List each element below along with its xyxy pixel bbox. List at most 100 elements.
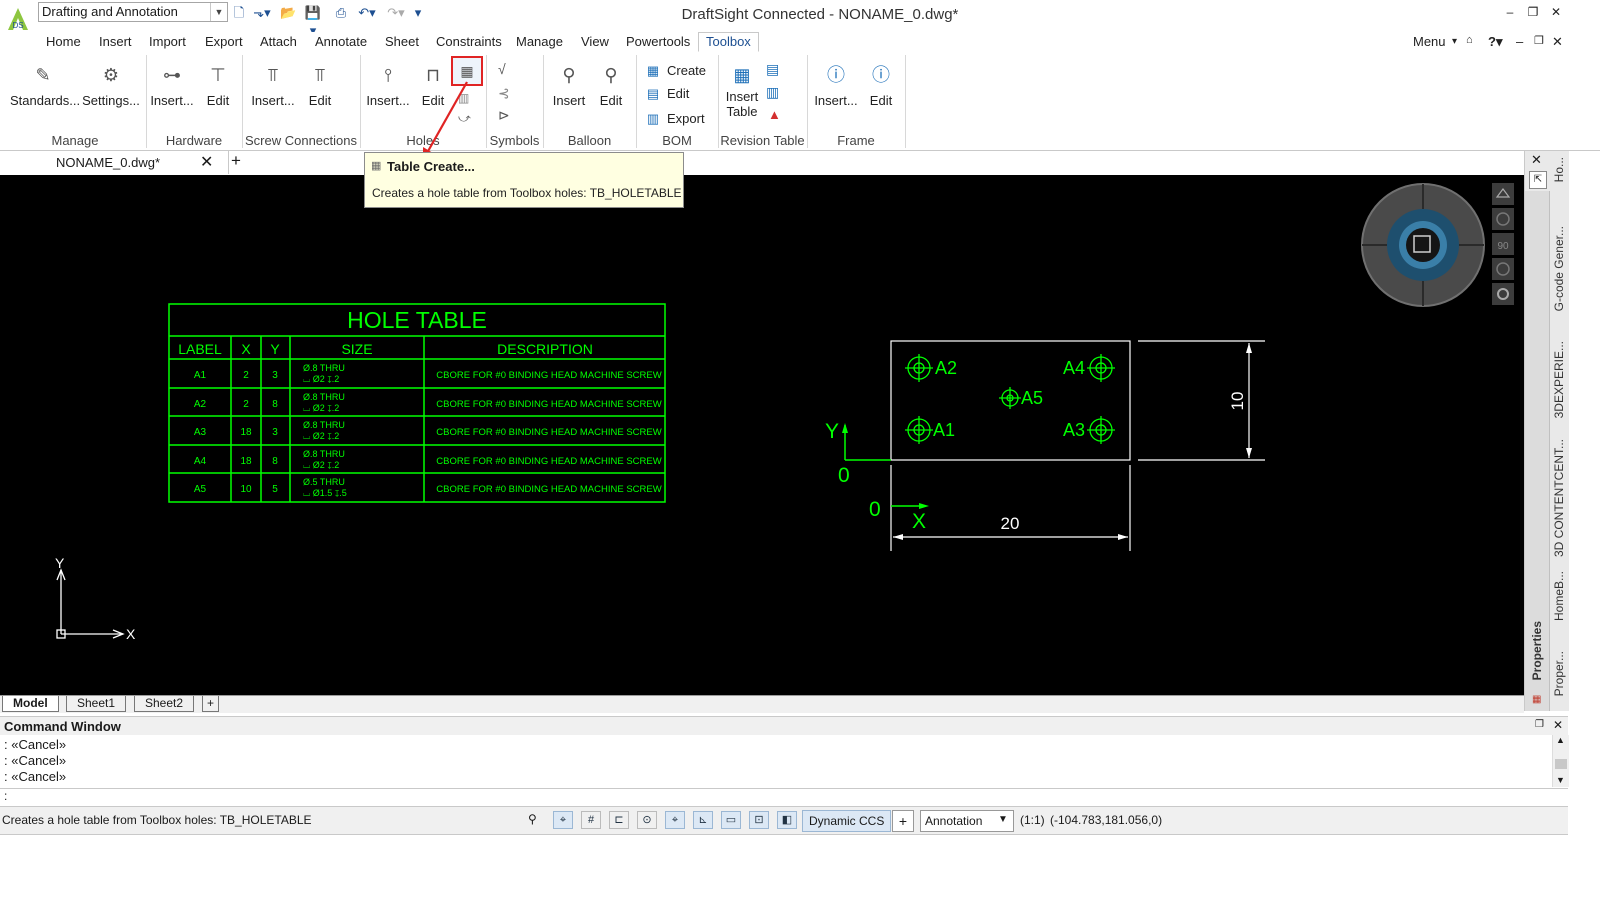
menu-dropdown-icon[interactable]: ▾ xyxy=(1452,36,1457,47)
side-tab-ho[interactable]: Ho... xyxy=(1552,157,1566,182)
tab-manage[interactable]: Manage xyxy=(516,34,563,49)
toolbox-status-icon[interactable]: ⚲ xyxy=(528,812,537,826)
menu-button[interactable]: Menu xyxy=(1413,34,1446,49)
quick-input-icon[interactable]: ⊡ xyxy=(749,811,769,829)
side-tab-gcode[interactable]: G-code Gener... xyxy=(1552,226,1566,311)
standards-button[interactable]: ✎ Standards... xyxy=(10,63,80,108)
bom-create-button[interactable]: ▦ Create xyxy=(644,63,706,79)
tab-annotate[interactable]: Annotate xyxy=(315,34,367,49)
tab-constraints[interactable]: Constraints xyxy=(436,34,502,49)
esnap-icon[interactable]: ⌖ xyxy=(665,811,685,829)
tab-import[interactable]: Import xyxy=(149,34,186,49)
table-icon: ▦ xyxy=(646,63,660,78)
drawing-canvas[interactable]: HOLE TABLE LABEL X Y SIZE DESCRIPTION A1… xyxy=(0,175,1524,695)
hardware-insert-button[interactable]: ⊶ Insert... xyxy=(150,63,194,108)
ribbon-tabs: Home Insert Import Export Attach Annotat… xyxy=(0,32,1600,54)
tab-attach[interactable]: Attach xyxy=(260,34,297,49)
right-side-panel: ✕ ⇱ Properties ▦ Ho... G-code Gener... 3… xyxy=(1524,151,1569,711)
side-tab-homebyme[interactable]: HomeB... xyxy=(1552,571,1566,621)
weld-symbol-icon[interactable]: ⊰ xyxy=(498,85,510,102)
tooltip-description: Creates a hole table from Toolbox holes:… xyxy=(372,186,682,200)
etrack-icon[interactable]: ⊾ xyxy=(693,811,713,829)
properties-panel-tab[interactable]: Properties xyxy=(1530,621,1544,680)
new-document-tab-icon[interactable]: + xyxy=(231,151,241,171)
sheet-tab-sheet2[interactable]: Sheet2 xyxy=(134,696,195,712)
close-document-icon[interactable]: ✕ xyxy=(200,152,213,172)
add-sheet-icon[interactable]: + xyxy=(202,696,220,712)
help-icon[interactable]: ?▾ xyxy=(1488,34,1502,50)
undo-icon[interactable]: ↶▾ xyxy=(356,4,378,22)
chevron-down-icon[interactable]: ▼ xyxy=(998,814,1008,825)
ribbon-minimize-icon[interactable]: – xyxy=(1516,34,1523,49)
restore-icon[interactable]: ❐ xyxy=(1523,5,1543,19)
hardware-edit-button[interactable]: ⊤ Edit xyxy=(198,63,238,108)
sheet-tab-model[interactable]: Model xyxy=(2,696,59,712)
lineweight-icon[interactable]: ▭ xyxy=(721,811,741,829)
surface-finish-icon[interactable]: √ xyxy=(498,61,506,77)
ribbon-close-icon[interactable]: ✕ xyxy=(1552,34,1563,50)
screw-edit-button[interactable]: ⫪ Edit xyxy=(300,63,340,108)
table-cell-size-line1: Ø.8 THRU xyxy=(303,449,345,459)
scroll-thumb[interactable] xyxy=(1555,759,1567,769)
selection-cycle-icon[interactable]: ◧ xyxy=(777,811,797,829)
settings-button[interactable]: ⚙ Settings... xyxy=(80,63,142,108)
command-input[interactable]: : xyxy=(0,788,1568,805)
revision-add-icon[interactable]: ▥ xyxy=(766,84,779,101)
side-tab-3dcontentcentral[interactable]: 3D CONTENTCENT... xyxy=(1552,439,1566,557)
grid-icon[interactable]: # xyxy=(581,811,601,829)
save-icon[interactable]: 💾▾ xyxy=(302,4,324,38)
chevron-down-icon[interactable]: ▼ xyxy=(210,3,227,21)
properties-grid-icon[interactable]: ▦ xyxy=(1532,694,1541,705)
annotation-scale-select[interactable]: Annotation ▼ xyxy=(920,810,1014,832)
datum-symbol-icon[interactable]: ⊳ xyxy=(498,107,510,124)
open-file-icon[interactable]: ⬎▾ xyxy=(252,4,272,22)
tab-sheet[interactable]: Sheet xyxy=(385,34,419,49)
workspace-select[interactable]: Drafting and Annotation ▼ xyxy=(38,2,228,22)
panel-pin-icon[interactable]: ⇱ xyxy=(1529,171,1547,189)
document-tab-label: NONAME_0.dwg* xyxy=(56,155,161,170)
tab-insert[interactable]: Insert xyxy=(99,34,132,49)
redo-icon[interactable]: ↷▾ xyxy=(386,4,406,22)
tab-toolbox[interactable]: Toolbox xyxy=(698,32,759,52)
balloon-edit-button[interactable]: ⚲ Edit xyxy=(591,63,631,108)
hole-label-a4: A4 xyxy=(1063,358,1085,378)
draftsight-logo-icon[interactable]: DS xyxy=(6,6,30,32)
frame-insert-button[interactable]: ⓘ Insert... xyxy=(811,63,861,108)
polar-icon[interactable]: ⊙ xyxy=(637,811,657,829)
side-tab-properties[interactable]: Proper... xyxy=(1552,651,1566,696)
revision-table-edit-icon[interactable]: ▤ xyxy=(766,61,779,78)
hole-insert-button[interactable]: ⫯ Insert... xyxy=(364,63,412,108)
sheet-tab-sheet1[interactable]: Sheet1 xyxy=(66,696,127,712)
minimize-icon[interactable]: – xyxy=(1500,5,1520,19)
dynamic-ccs-button[interactable]: Dynamic CCS xyxy=(802,810,892,832)
bom-edit-button[interactable]: ▤ Edit xyxy=(644,86,690,102)
scroll-down-icon[interactable]: ▼ xyxy=(1556,775,1565,785)
bom-export-button[interactable]: ▥ Export xyxy=(644,111,705,127)
tab-home[interactable]: Home xyxy=(46,34,81,49)
open-folder-icon[interactable]: 📂 xyxy=(280,4,296,22)
revision-warning-icon[interactable]: ▲ xyxy=(768,107,781,122)
tab-view[interactable]: View xyxy=(581,34,609,49)
tab-powertools[interactable]: Powertools xyxy=(626,34,690,49)
print-icon[interactable]: ⎙ xyxy=(333,4,349,22)
revision-insert-table-button[interactable]: ▦ Insert Table xyxy=(720,63,764,119)
home-icon[interactable]: ⌂ xyxy=(1466,34,1473,46)
new-file-icon[interactable]: 🗋 xyxy=(232,4,246,22)
panel-close-icon[interactable]: ✕ xyxy=(1531,152,1542,168)
frame-edit-button[interactable]: ⓘ Edit xyxy=(861,63,901,108)
ortho-icon[interactable]: ⊏ xyxy=(609,811,629,829)
side-tab-3dexperience[interactable]: 3DEXPERIE... xyxy=(1552,341,1566,418)
document-tab[interactable]: NONAME_0.dwg* ✕ xyxy=(0,151,228,174)
screw-insert-button[interactable]: ⫪ Insert... xyxy=(248,63,298,108)
command-window-close-icon[interactable]: ✕ xyxy=(1553,718,1563,732)
snap-icon[interactable]: ⌖ xyxy=(553,811,573,829)
balloon-insert-button[interactable]: ⚲ Insert xyxy=(547,63,591,108)
ribbon-restore-icon[interactable]: ❐ xyxy=(1534,34,1544,47)
tab-export[interactable]: Export xyxy=(205,34,243,49)
add-annotation-scale-icon[interactable]: + xyxy=(892,810,914,832)
command-scrollbar[interactable]: ▲ ▼ xyxy=(1552,735,1569,787)
quick-access-customize-icon[interactable]: ▾ xyxy=(412,4,424,22)
scroll-up-icon[interactable]: ▲ xyxy=(1556,735,1565,745)
command-window-float-icon[interactable]: ❐ xyxy=(1535,719,1544,730)
close-icon[interactable]: ✕ xyxy=(1546,5,1566,19)
